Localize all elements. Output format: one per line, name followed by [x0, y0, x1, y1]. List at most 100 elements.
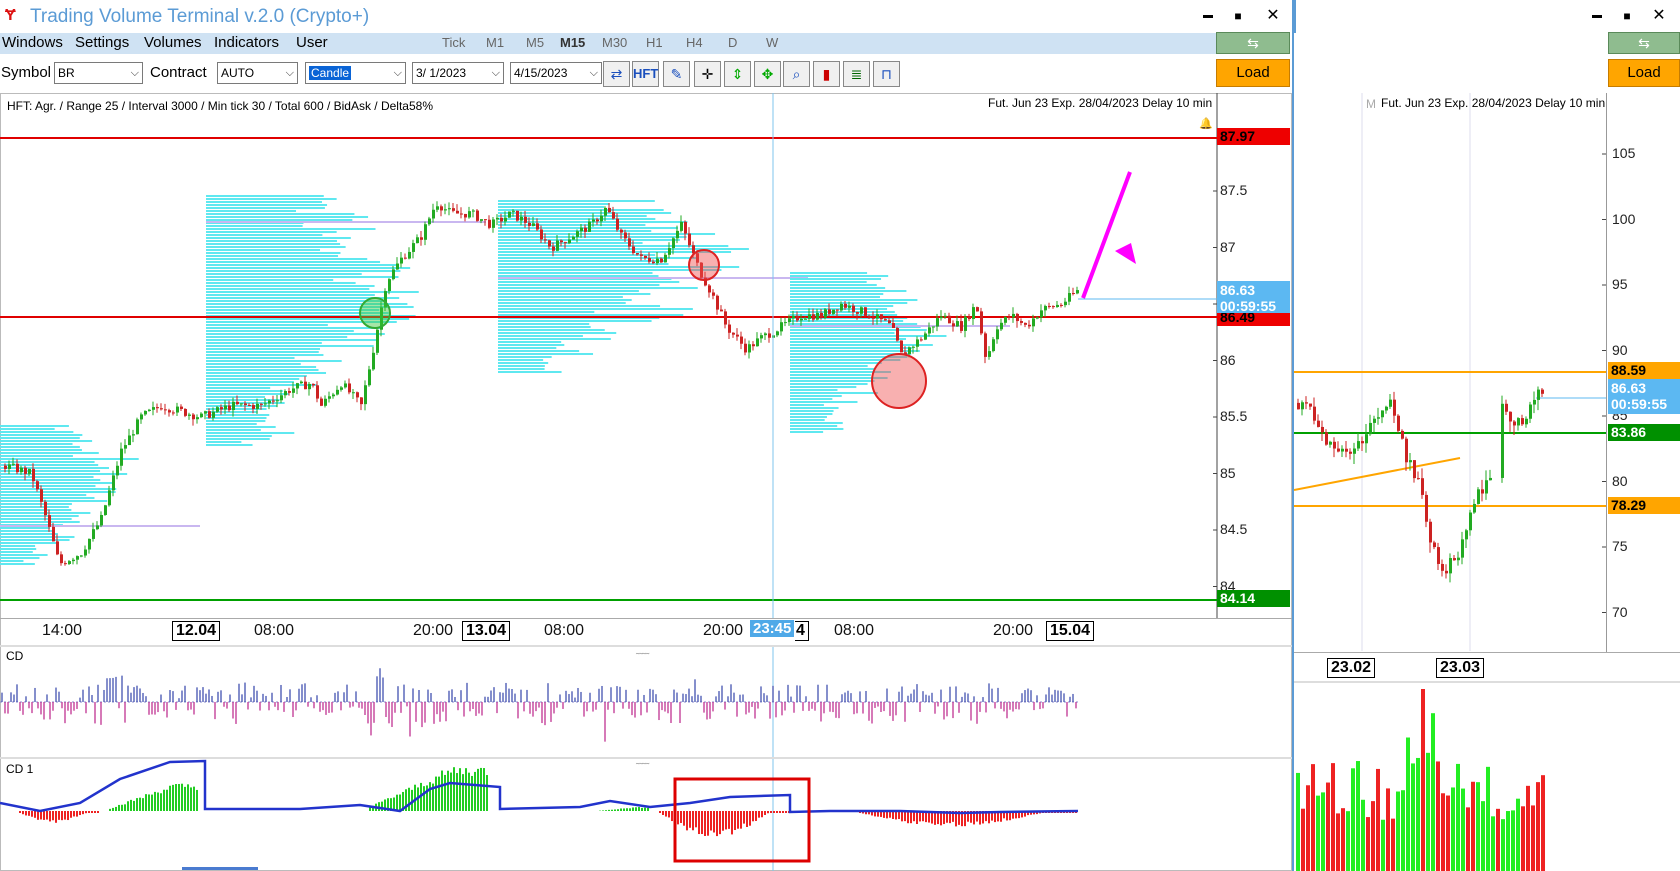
- volume-profile-bar: [790, 347, 912, 349]
- volume-profile-button[interactable]: ≣: [843, 61, 870, 87]
- symbol-select[interactable]: BR ⌵: [54, 62, 143, 84]
- side-volume-bar: [1296, 772, 1300, 871]
- side-candle-body: [1313, 406, 1316, 421]
- candle-body: [836, 309, 839, 311]
- side-volume-bar: [1341, 808, 1345, 871]
- candle-body: [388, 279, 391, 292]
- tf-m15[interactable]: M15: [560, 35, 585, 50]
- volume-profile-bar: [790, 323, 918, 325]
- hft-button[interactable]: HFT: [632, 61, 659, 87]
- tf-m1[interactable]: M1: [486, 35, 504, 50]
- menu-indicators[interactable]: Indicators: [214, 34, 279, 51]
- candle-body: [864, 307, 867, 316]
- side-maximize-button[interactable]: ■: [1614, 4, 1640, 28]
- side-volume-bar: [1381, 819, 1385, 871]
- price-tag-top: 87.97: [1217, 128, 1290, 145]
- candle-body: [120, 448, 123, 466]
- candle-body: [432, 209, 435, 219]
- side-volume-bar: [1436, 761, 1440, 871]
- volume-profile-bar: [0, 533, 58, 535]
- candle-body: [208, 411, 211, 418]
- volume-profile-bar: [0, 518, 72, 520]
- menu-volumes[interactable]: Volumes: [144, 34, 202, 51]
- volume-profile-bar: [0, 437, 80, 439]
- vertical-scale-button[interactable]: ⇕: [724, 61, 751, 87]
- tf-d[interactable]: D: [728, 35, 737, 50]
- candle-body: [908, 347, 911, 354]
- volume-profile-bar: [206, 225, 303, 227]
- candle-body: [760, 335, 763, 339]
- load-button[interactable]: Load: [1216, 59, 1290, 87]
- volume-profile-bar: [206, 279, 334, 281]
- tf-w[interactable]: W: [766, 35, 778, 50]
- candle-body: [552, 246, 555, 251]
- candle-body: [404, 257, 407, 259]
- alert-bell-icon[interactable]: 🔔: [1199, 117, 1213, 130]
- side-candle-body: [1537, 389, 1540, 400]
- side-candle-body: [1377, 417, 1380, 419]
- volume-profile-bar: [206, 327, 381, 329]
- fit-button[interactable]: ✥: [754, 61, 781, 87]
- sync-button[interactable]: ⇆: [1216, 32, 1290, 54]
- close-button[interactable]: ✕: [1260, 4, 1286, 28]
- menu-windows[interactable]: Windows: [2, 34, 63, 51]
- side-candle-body: [1401, 430, 1404, 439]
- candle-body: [556, 240, 559, 251]
- side-volume-bar: [1396, 791, 1400, 871]
- volume-profile-bar: [206, 213, 355, 215]
- maximize-button[interactable]: ■: [1225, 4, 1251, 28]
- candle-body: [528, 222, 531, 226]
- contract-select[interactable]: AUTO ⌵: [217, 62, 298, 84]
- tf-h1[interactable]: H1: [646, 35, 663, 50]
- candle-body: [1056, 304, 1059, 308]
- volume-profile-bar: [498, 320, 652, 322]
- candle-body: [1060, 304, 1063, 306]
- tf-tick[interactable]: Tick: [442, 35, 465, 50]
- side-minimize-button[interactable]: ▬: [1584, 4, 1610, 28]
- tf-h4[interactable]: H4: [686, 35, 703, 50]
- side-axis-divider: [1606, 93, 1607, 653]
- minimize-button[interactable]: ▬: [1195, 4, 1221, 28]
- volume-profile-bar: [498, 344, 565, 346]
- menu-user[interactable]: User: [296, 34, 328, 51]
- candle-body: [244, 403, 247, 405]
- candle-body: [960, 321, 963, 331]
- tf-m5[interactable]: M5: [526, 35, 544, 50]
- date-to-picker[interactable]: 4/15/2023 ⌵: [510, 62, 602, 84]
- date-from-picker[interactable]: 3/ 1/2023 ⌵: [412, 62, 504, 84]
- candle-body: [100, 514, 103, 526]
- side-volume-bar: [1331, 763, 1335, 871]
- side-close-button[interactable]: ✕: [1646, 4, 1672, 28]
- side-volume-bar: [1501, 819, 1505, 871]
- side-sync-button[interactable]: ⇆: [1608, 32, 1680, 54]
- candle-body: [172, 412, 175, 414]
- zoom-button[interactable]: ⌕: [783, 61, 810, 87]
- candle-body: [980, 311, 983, 334]
- arrows-tool-button[interactable]: ⇄: [603, 61, 630, 87]
- range-button[interactable]: ⊓: [873, 61, 900, 87]
- candle-body: [532, 223, 535, 226]
- candle-body: [944, 315, 947, 317]
- volume-profile-bar: [498, 239, 680, 241]
- volume-profile-bar: [206, 393, 289, 395]
- chart-type-select[interactable]: Candle ⌵: [305, 62, 406, 84]
- candle-body: [716, 295, 719, 310]
- candle-body: [368, 369, 371, 386]
- candle-body: [892, 323, 895, 329]
- crosshair-tool-button[interactable]: ✛: [694, 61, 721, 87]
- main-price-chart[interactable]: [0, 93, 1292, 643]
- vertical-arrows-icon: ⇕: [731, 66, 744, 82]
- volume-profile-bar: [790, 272, 868, 274]
- pen-tool-button[interactable]: ✎: [663, 61, 690, 87]
- indicator-button[interactable]: ▮: [813, 61, 840, 87]
- candle-body: [108, 490, 111, 506]
- menu-settings[interactable]: Settings: [75, 34, 129, 51]
- candle-body: [416, 237, 419, 244]
- side-price-chart[interactable]: [1294, 93, 1606, 651]
- tf-m30[interactable]: M30: [602, 35, 627, 50]
- volume-profile-bar: [206, 351, 319, 353]
- candle-body: [192, 414, 195, 420]
- side-load-button[interactable]: Load: [1608, 59, 1680, 87]
- candle-body: [1036, 317, 1039, 319]
- candle-body: [128, 435, 131, 446]
